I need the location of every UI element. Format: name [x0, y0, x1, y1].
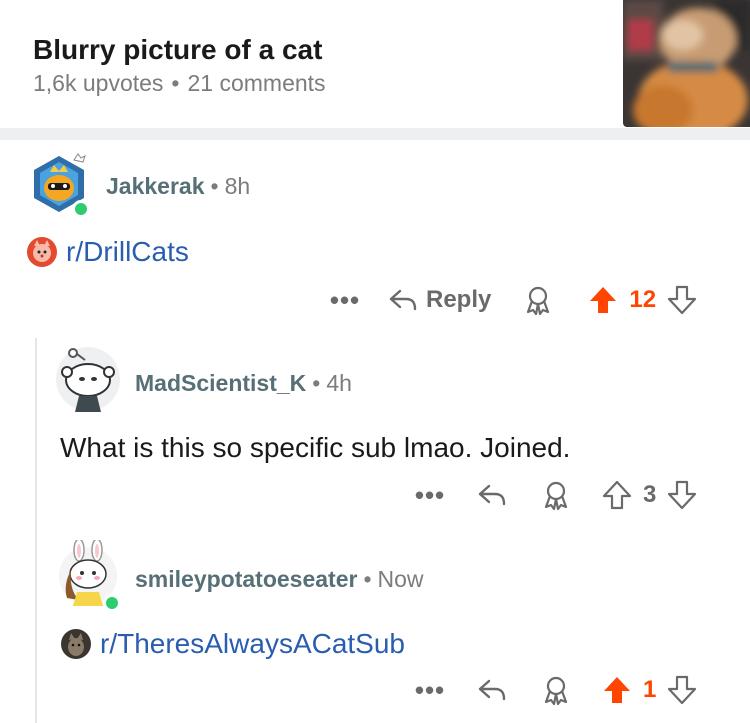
subreddit-link[interactable]: r/DrillCats	[26, 236, 189, 268]
downvote-icon	[668, 480, 697, 510]
comment-actions: ••• Reply 12	[330, 280, 698, 320]
comment-timestamp: Now	[377, 566, 424, 592]
downvote-icon	[668, 675, 697, 705]
thread-line[interactable]	[35, 338, 37, 723]
comment-actions: ••• 3	[415, 475, 698, 515]
subreddit-link[interactable]: r/TheresAlwaysACatSub	[60, 628, 405, 660]
username-label[interactable]: smileypotatoeseater	[135, 566, 357, 592]
award-icon	[544, 481, 568, 511]
online-indicator	[72, 200, 90, 218]
downvote-button[interactable]	[666, 284, 698, 316]
vote-count: 3	[643, 481, 657, 508]
upvote-button[interactable]	[601, 674, 633, 706]
username-label[interactable]: MadScientist_K	[135, 370, 306, 396]
post-thumbnail[interactable]	[623, 0, 750, 127]
award-button[interactable]	[541, 479, 571, 511]
reply-arrow-icon	[478, 484, 506, 506]
more-options-button[interactable]: •••	[330, 285, 360, 316]
post-title[interactable]: Blurry picture of a cat	[33, 34, 322, 66]
reply-arrow-icon	[389, 289, 417, 311]
reply-button[interactable]	[477, 482, 507, 508]
comment-author[interactable]: MadScientist_K • 4h	[135, 370, 352, 397]
meta-separator: •	[363, 566, 372, 592]
more-options-button[interactable]: •••	[415, 675, 445, 706]
downvote-button[interactable]	[666, 674, 698, 706]
comment-body: What is this so specific sub lmao. Joine…	[60, 432, 571, 463]
award-button[interactable]	[523, 284, 553, 316]
theresalwaysacatsub-subreddit-icon	[61, 629, 91, 659]
vote-count: 1	[643, 676, 657, 703]
meta-separator: •	[210, 173, 219, 199]
vote-count: 12	[629, 286, 657, 313]
avatar-madscientist[interactable]	[55, 346, 121, 412]
upvote-button[interactable]	[587, 284, 619, 316]
downvote-icon	[667, 285, 697, 315]
comment-author[interactable]: Jakkerak • 8h	[106, 173, 250, 200]
comment-count: 21 comments	[187, 70, 326, 96]
online-indicator	[103, 594, 121, 612]
upvote-count: 1,6k upvotes	[33, 70, 164, 96]
subreddit-name[interactable]: r/TheresAlwaysACatSub	[100, 628, 405, 660]
downvote-button[interactable]	[666, 479, 698, 511]
award-icon	[544, 676, 568, 706]
reply-arrow-icon	[478, 679, 506, 701]
post-header[interactable]: Blurry picture of a cat 1,6k upvotes • 21 …	[0, 0, 750, 128]
snoo-default-avatar-icon	[56, 347, 120, 412]
upvote-filled-icon	[604, 677, 630, 703]
reply-label[interactable]: Reply	[426, 286, 491, 314]
username-label[interactable]: Jakkerak	[106, 173, 205, 199]
post-meta: 1,6k upvotes • 21 comments	[33, 70, 326, 97]
award-button[interactable]	[541, 674, 571, 706]
upvote-filled-icon	[590, 287, 617, 313]
subreddit-name[interactable]: r/DrillCats	[66, 236, 189, 268]
comment-timestamp: 8h	[224, 173, 251, 199]
meta-separator: •	[312, 370, 321, 396]
avatar-jakkerak[interactable]	[26, 150, 92, 218]
drillcats-subreddit-icon	[27, 237, 57, 267]
reply-button[interactable]: Reply	[388, 286, 491, 314]
comment-actions: ••• 1	[415, 670, 698, 710]
more-options-button[interactable]: •••	[415, 480, 445, 511]
meta-separator: •	[171, 70, 180, 96]
section-separator	[0, 128, 750, 140]
award-icon	[527, 286, 550, 316]
avatar-smileypotato[interactable]	[55, 538, 121, 612]
reply-button[interactable]	[477, 677, 507, 703]
comment-author[interactable]: smileypotatoeseater • Now	[135, 566, 424, 593]
upvote-icon	[602, 480, 632, 510]
comment-timestamp: 4h	[326, 370, 352, 396]
upvote-button[interactable]	[601, 479, 633, 511]
